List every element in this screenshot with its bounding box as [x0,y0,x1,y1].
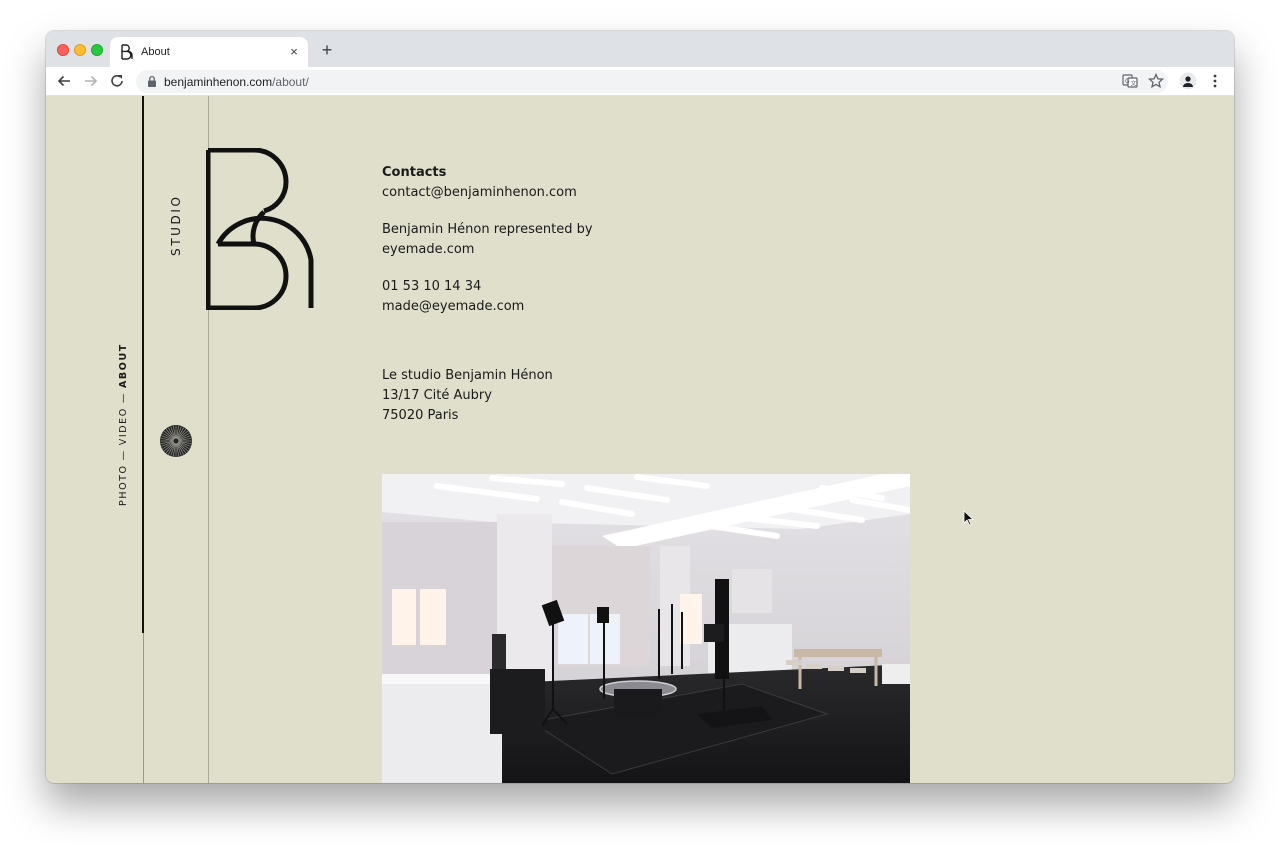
tab-title: About [141,46,170,58]
contact-email-link[interactable]: contact@benjaminhenon.com [382,183,577,203]
contacts-heading: Contacts [382,165,447,180]
maximize-window-button[interactable] [91,44,103,56]
close-window-button[interactable] [57,44,69,56]
studio-photo [382,474,910,783]
address-line-3: 75020 Paris [382,408,459,423]
kebab-menu-icon[interactable] [1206,72,1224,90]
representation-text: Benjamin Hénon represented by [382,222,593,237]
agency-phone: 01 53 10 14 34 [382,279,482,294]
address-line-1: Le studio Benjamin Hénon [382,368,553,383]
new-tab-button[interactable]: + [318,41,336,59]
url-domain: benjaminhenon.com [164,75,273,89]
translate-icon[interactable]: G 文 [1121,72,1139,90]
nav-photo-link[interactable]: PHOTO [118,464,129,506]
url-text: benjaminhenon.com/about/ [164,75,309,89]
nav-video-link[interactable]: VIDEO [118,407,129,445]
lock-icon [148,75,156,87]
svg-text:G: G [1125,78,1130,85]
tab-strip: About × + [46,31,1234,67]
browser-window: About × + benjaminhenon.com/about/ G 文 P… [46,31,1234,783]
agency-link[interactable]: eyemade.com [382,240,474,260]
reload-icon[interactable] [108,72,126,90]
nav-about-link[interactable]: ABOUT [118,343,129,388]
sidebar-rule-thin [143,633,144,783]
bh-favicon-icon [121,44,133,60]
sunburst-icon[interactable] [159,424,193,458]
arrow-right-icon[interactable] [82,72,100,90]
tab-close-icon[interactable]: × [286,44,302,60]
tab-about[interactable]: About × [110,37,308,67]
url-path: /about/ [272,75,309,89]
star-icon[interactable] [1147,72,1165,90]
minimize-window-button[interactable] [74,44,86,56]
mouse-cursor-icon [963,510,975,526]
arrow-left-icon[interactable] [55,72,73,90]
avatar-icon[interactable] [1179,72,1197,90]
page-content: PHOTO — VIDEO — ABOUT STUDIO Contacts contac… [46,96,1234,783]
svg-text:文: 文 [1131,80,1137,88]
bh-monogram-logo[interactable] [206,148,316,310]
address-bar[interactable]: benjaminhenon.com/about/ [136,70,1168,93]
browser-toolbar: benjaminhenon.com/about/ G 文 [46,67,1234,96]
sidebar-rule [142,96,144,633]
agency-email-link[interactable]: made@eyemade.com [382,297,524,317]
studio-label-text: STUDIO [169,194,183,256]
nav-separator: — [118,392,129,404]
nav-separator: — [118,449,129,461]
address-line-2: 13/17 Cité Aubry [382,388,492,403]
